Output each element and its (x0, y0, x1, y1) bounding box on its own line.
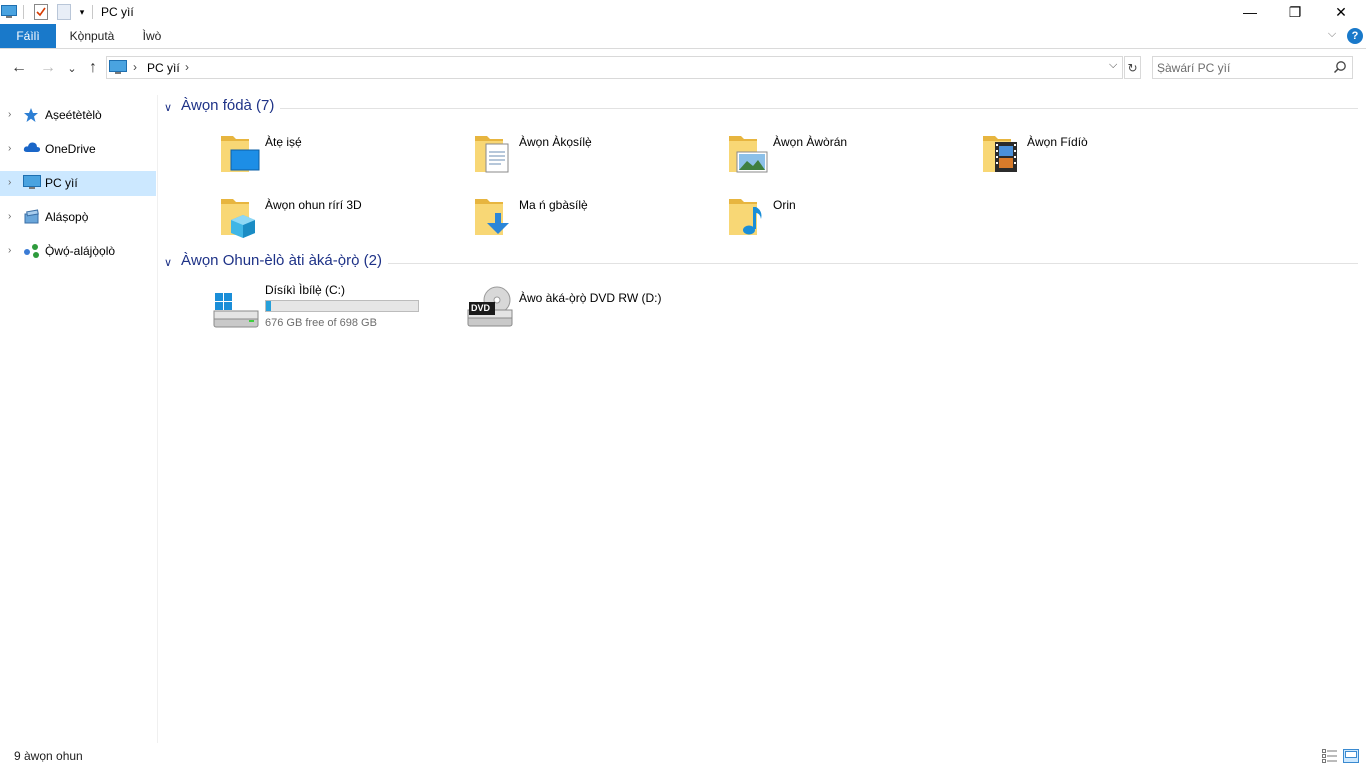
tab-file[interactable]: Fáìlì (0, 24, 56, 48)
new-folder-icon[interactable] (55, 3, 73, 21)
divider (23, 5, 24, 19)
network-icon (23, 243, 41, 259)
pictures-folder-icon (727, 130, 771, 180)
sidebar-item-label: OneDrive (45, 142, 96, 156)
divider (388, 263, 1358, 264)
group-header-folders[interactable]: ∨ Àwọn fódà (7) (164, 97, 1360, 117)
documents-folder-icon (473, 130, 517, 180)
folder-documents[interactable]: Àwọn Àkọsílẹ̀ (473, 130, 727, 186)
drive-c[interactable]: Dísíkì Ìbílẹ̀ (C:) 676 GB free of 698 GB (213, 283, 467, 339)
sidebar-item-label: Aṣeétètèlò (45, 108, 102, 122)
tab-computer[interactable]: Kọ̀nputà (56, 24, 128, 48)
drive-label: Àwo àká-ọ̀rọ̀ DVD RW (D:) (519, 291, 662, 305)
search-box[interactable] (1152, 56, 1353, 79)
group-title: Àwọn fódà (7) (181, 97, 275, 114)
libraries-icon (23, 209, 41, 225)
sidebar-item-quick-access[interactable]: › Aṣeétètèlò (0, 103, 156, 128)
drive-label: Dísíkì Ìbílẹ̀ (C:) (265, 283, 346, 297)
music-folder-icon (727, 193, 771, 243)
desktop-folder-icon (219, 130, 263, 180)
chevron-down-icon[interactable]: ∨ (164, 101, 172, 114)
sidebar-item-label: Aláṣopọ̀ (45, 210, 89, 224)
folder-pictures[interactable]: Àwọn Àwòrán (727, 130, 981, 186)
properties-icon[interactable] (32, 3, 50, 21)
navigation-pane: › Aṣeétètèlò › OneDrive › PC yìí › Aláṣo… (0, 95, 158, 743)
refresh-button[interactable]: ↻ (1124, 56, 1141, 79)
local-disk-icon (213, 291, 259, 334)
details-view-icon[interactable] (1322, 749, 1338, 763)
folder-label: Àwọn Fídíò (1027, 135, 1088, 149)
chevron-right-icon[interactable]: › (8, 177, 11, 188)
tab-view[interactable]: Ìwò (128, 24, 176, 48)
cloud-icon (23, 141, 41, 157)
folder-label: Àwọn Àwòrán (773, 135, 848, 149)
status-bar: 9 àwọn ohun (0, 744, 1366, 768)
sidebar-item-network[interactable]: › Ọ̀wọ́-alájọ̀ọlò (0, 239, 156, 264)
chevron-right-icon[interactable]: › (8, 143, 11, 154)
chevron-right-icon[interactable]: › (8, 211, 11, 222)
folder-label: Ma ń gbàsílẹ̀ (519, 198, 588, 212)
drive-d[interactable]: DVD Àwo àká-ọ̀rọ̀ DVD RW (D:) (467, 283, 721, 339)
item-count: 9 àwọn ohun (14, 749, 83, 763)
large-icons-view-icon[interactable] (1343, 749, 1359, 763)
pc-icon (109, 60, 127, 78)
breadcrumb-chevron-icon[interactable]: › (185, 60, 189, 74)
sidebar-item-label: Ọ̀wọ́-alájọ̀ọlò (45, 244, 116, 258)
downloads-folder-icon (473, 193, 517, 243)
sidebar-item-label: PC yìí (45, 176, 78, 190)
minimize-button[interactable]: — (1227, 0, 1273, 24)
folder-label: Àwọn Àkọsílẹ̀ (519, 135, 592, 149)
dvd-badge: DVD (471, 303, 491, 313)
ribbon-tabs: Fáìlì Kọ̀nputà Ìwò ⌵ ? (0, 24, 1366, 49)
folder-downloads[interactable]: Ma ń gbàsílẹ̀ (473, 193, 727, 249)
breadcrumb-pc[interactable]: PC yìí (147, 61, 180, 75)
up-button[interactable]: ↑ (83, 58, 103, 78)
search-input[interactable] (1157, 59, 1327, 76)
drive-free-space: 676 GB free of 698 GB (265, 317, 377, 329)
group-title: Àwọn Ohun-èlò àti àká-ọ̀rọ̀ (2) (181, 252, 382, 269)
star-icon (23, 107, 41, 123)
folder-music[interactable]: Orin (727, 193, 981, 249)
drive-usage-fill (266, 301, 271, 311)
window-title: PC yìí (101, 5, 134, 19)
back-button[interactable]: ← (9, 58, 29, 78)
address-bar[interactable]: › PC yìí › ⌵ (106, 56, 1123, 79)
drive-usage-bar (265, 300, 419, 312)
folder-3d-objects[interactable]: Àwọn ohun rírí 3D (219, 193, 473, 249)
pc-icon (23, 175, 41, 191)
pc-icon[interactable] (0, 3, 18, 21)
dvd-drive-icon: DVD (467, 286, 513, 333)
close-button[interactable]: ✕ (1318, 0, 1364, 24)
folder-label: Àtẹ iṣẹ́ (265, 135, 302, 149)
chevron-right-icon[interactable]: › (8, 245, 11, 256)
breadcrumb-chevron-icon[interactable]: › (133, 60, 137, 74)
3d-objects-folder-icon (219, 193, 263, 243)
expand-ribbon-icon[interactable]: ⌵ (1324, 28, 1340, 44)
folder-label: Àwọn ohun rírí 3D (265, 198, 362, 212)
help-icon[interactable]: ? (1347, 28, 1363, 44)
group-header-drives[interactable]: ∨ Àwọn Ohun-èlò àti àká-ọ̀rọ̀ (2) (164, 252, 1360, 272)
chevron-down-icon[interactable]: ∨ (164, 256, 172, 269)
divider (92, 5, 93, 19)
divider (280, 108, 1358, 109)
folder-videos[interactable]: Àwọn Fídíò (981, 130, 1235, 186)
recent-locations-button[interactable]: ⌄ (62, 58, 82, 78)
chevron-right-icon[interactable]: › (8, 109, 11, 120)
title-bar: ▾ PC yìí — ❐ ✕ (0, 0, 1366, 24)
sidebar-item-onedrive[interactable]: › OneDrive (0, 137, 156, 162)
folder-label: Orin (773, 198, 796, 212)
maximize-button[interactable]: ❐ (1272, 0, 1318, 24)
sidebar-item-libraries[interactable]: › Aláṣopọ̀ (0, 205, 156, 230)
sidebar-item-this-pc[interactable]: › PC yìí (0, 171, 156, 196)
search-icon[interactable] (1333, 60, 1347, 77)
customize-toolbar-icon[interactable]: ▾ (73, 3, 91, 21)
forward-button[interactable]: → (38, 58, 58, 78)
videos-folder-icon (981, 130, 1025, 180)
folder-desktop[interactable]: Àtẹ iṣẹ́ (219, 130, 473, 186)
address-dropdown-icon[interactable]: ⌵ (1109, 59, 1123, 72)
